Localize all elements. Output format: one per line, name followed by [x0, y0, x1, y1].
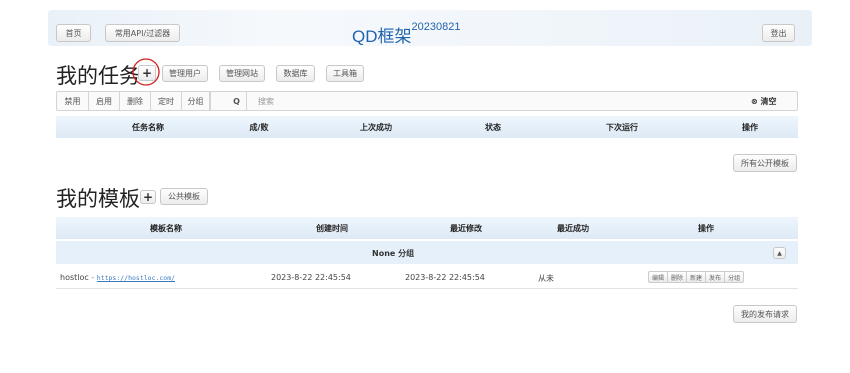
task-toolbar: 禁用 启用 删除 定时 分组 Q 搜索 ⊗ 清空	[56, 91, 798, 111]
brand-name: QD框架	[352, 27, 412, 46]
last-success: 从未	[538, 274, 554, 283]
group-label: None 分组	[372, 249, 415, 258]
column-success-fail: 成/败	[249, 123, 269, 132]
all-public-templates-button[interactable]: 所有公开模板	[733, 154, 797, 172]
column-last-success: 上次成功	[360, 123, 392, 132]
collapse-button[interactable]: ▲	[773, 247, 786, 259]
template-name-cell: hostloc - https://hostloc.com/	[60, 273, 175, 282]
template-name[interactable]: hostloc	[60, 273, 89, 282]
edit-button[interactable]: 编辑	[649, 272, 669, 282]
public-templates-button[interactable]: 公共模板	[160, 188, 208, 205]
created-time: 2023-8-22 22:45:54	[271, 273, 351, 282]
home-button[interactable]: 首页	[56, 24, 91, 42]
column-actions: 操作	[698, 224, 714, 233]
template-action-group: 编辑 删除 新建 发布 分组	[648, 271, 745, 283]
template-url-link[interactable]: https://hostloc.com/	[97, 274, 175, 282]
new-task-button[interactable]: 新建	[687, 272, 707, 282]
database-button[interactable]: 数据库	[276, 65, 315, 82]
search-input[interactable]: 搜索	[258, 96, 274, 107]
annotation-circle	[132, 58, 160, 86]
column-template-name: 模板名称	[150, 224, 182, 233]
manage-site-button[interactable]: 管理网站	[219, 65, 265, 82]
collapse-icon: ▲	[777, 249, 782, 257]
enable-button[interactable]: 启用	[89, 92, 120, 110]
schedule-button[interactable]: 定时	[151, 92, 182, 110]
search-icon: Q	[227, 92, 247, 110]
column-created: 创建时间	[316, 224, 348, 233]
publish-button[interactable]: 发布	[706, 272, 726, 282]
group-button[interactable]: 分组	[182, 92, 210, 110]
column-actions: 操作	[742, 123, 758, 132]
template-group-button[interactable]: 分组	[725, 272, 743, 282]
templates-table-header: 模板名称 创建时间 最近修改 最近成功 操作	[56, 217, 798, 239]
column-task-name: 任务名称	[132, 123, 164, 132]
logout-button[interactable]: 登出	[762, 24, 795, 42]
tasks-table-header: 任务名称 成/败 上次成功 状态 下次运行 操作	[56, 116, 798, 138]
group-row: None 分组 ▲	[56, 241, 798, 264]
table-row: hostloc - https://hostloc.com/ 2023-8-22…	[56, 265, 798, 288]
api-filter-button[interactable]: 常用API/过滤器	[105, 24, 180, 42]
clear-icon: ⊗	[751, 97, 758, 106]
name-separator: -	[91, 273, 95, 282]
brand-version: 20230821	[411, 21, 461, 34]
manage-users-button[interactable]: 管理用户	[162, 65, 208, 82]
clear-label: 清空	[760, 97, 777, 106]
column-modified: 最近修改	[450, 224, 482, 233]
brand-title[interactable]: QD框架20230821	[352, 21, 461, 47]
clear-button[interactable]: ⊗ 清空	[751, 96, 777, 107]
delete-button[interactable]: 删除	[120, 92, 151, 110]
toolbar-divider	[210, 92, 211, 110]
tasks-title: 我的任务	[56, 64, 140, 88]
toolbox-button[interactable]: 工具箱	[326, 65, 364, 82]
delete-template-button[interactable]: 删除	[668, 272, 688, 282]
disable-button[interactable]: 禁用	[57, 92, 89, 110]
add-template-button[interactable]: +	[140, 190, 156, 204]
column-last-success: 最近成功	[557, 224, 589, 233]
row-divider	[56, 288, 798, 289]
templates-title: 我的模板	[56, 187, 140, 211]
column-status: 状态	[485, 123, 501, 132]
modified-time: 2023-8-22 22:45:54	[405, 273, 485, 282]
column-next-run: 下次运行	[606, 123, 638, 132]
plus-icon: +	[142, 190, 154, 204]
my-publish-requests-button[interactable]: 我的发布请求	[733, 305, 797, 323]
